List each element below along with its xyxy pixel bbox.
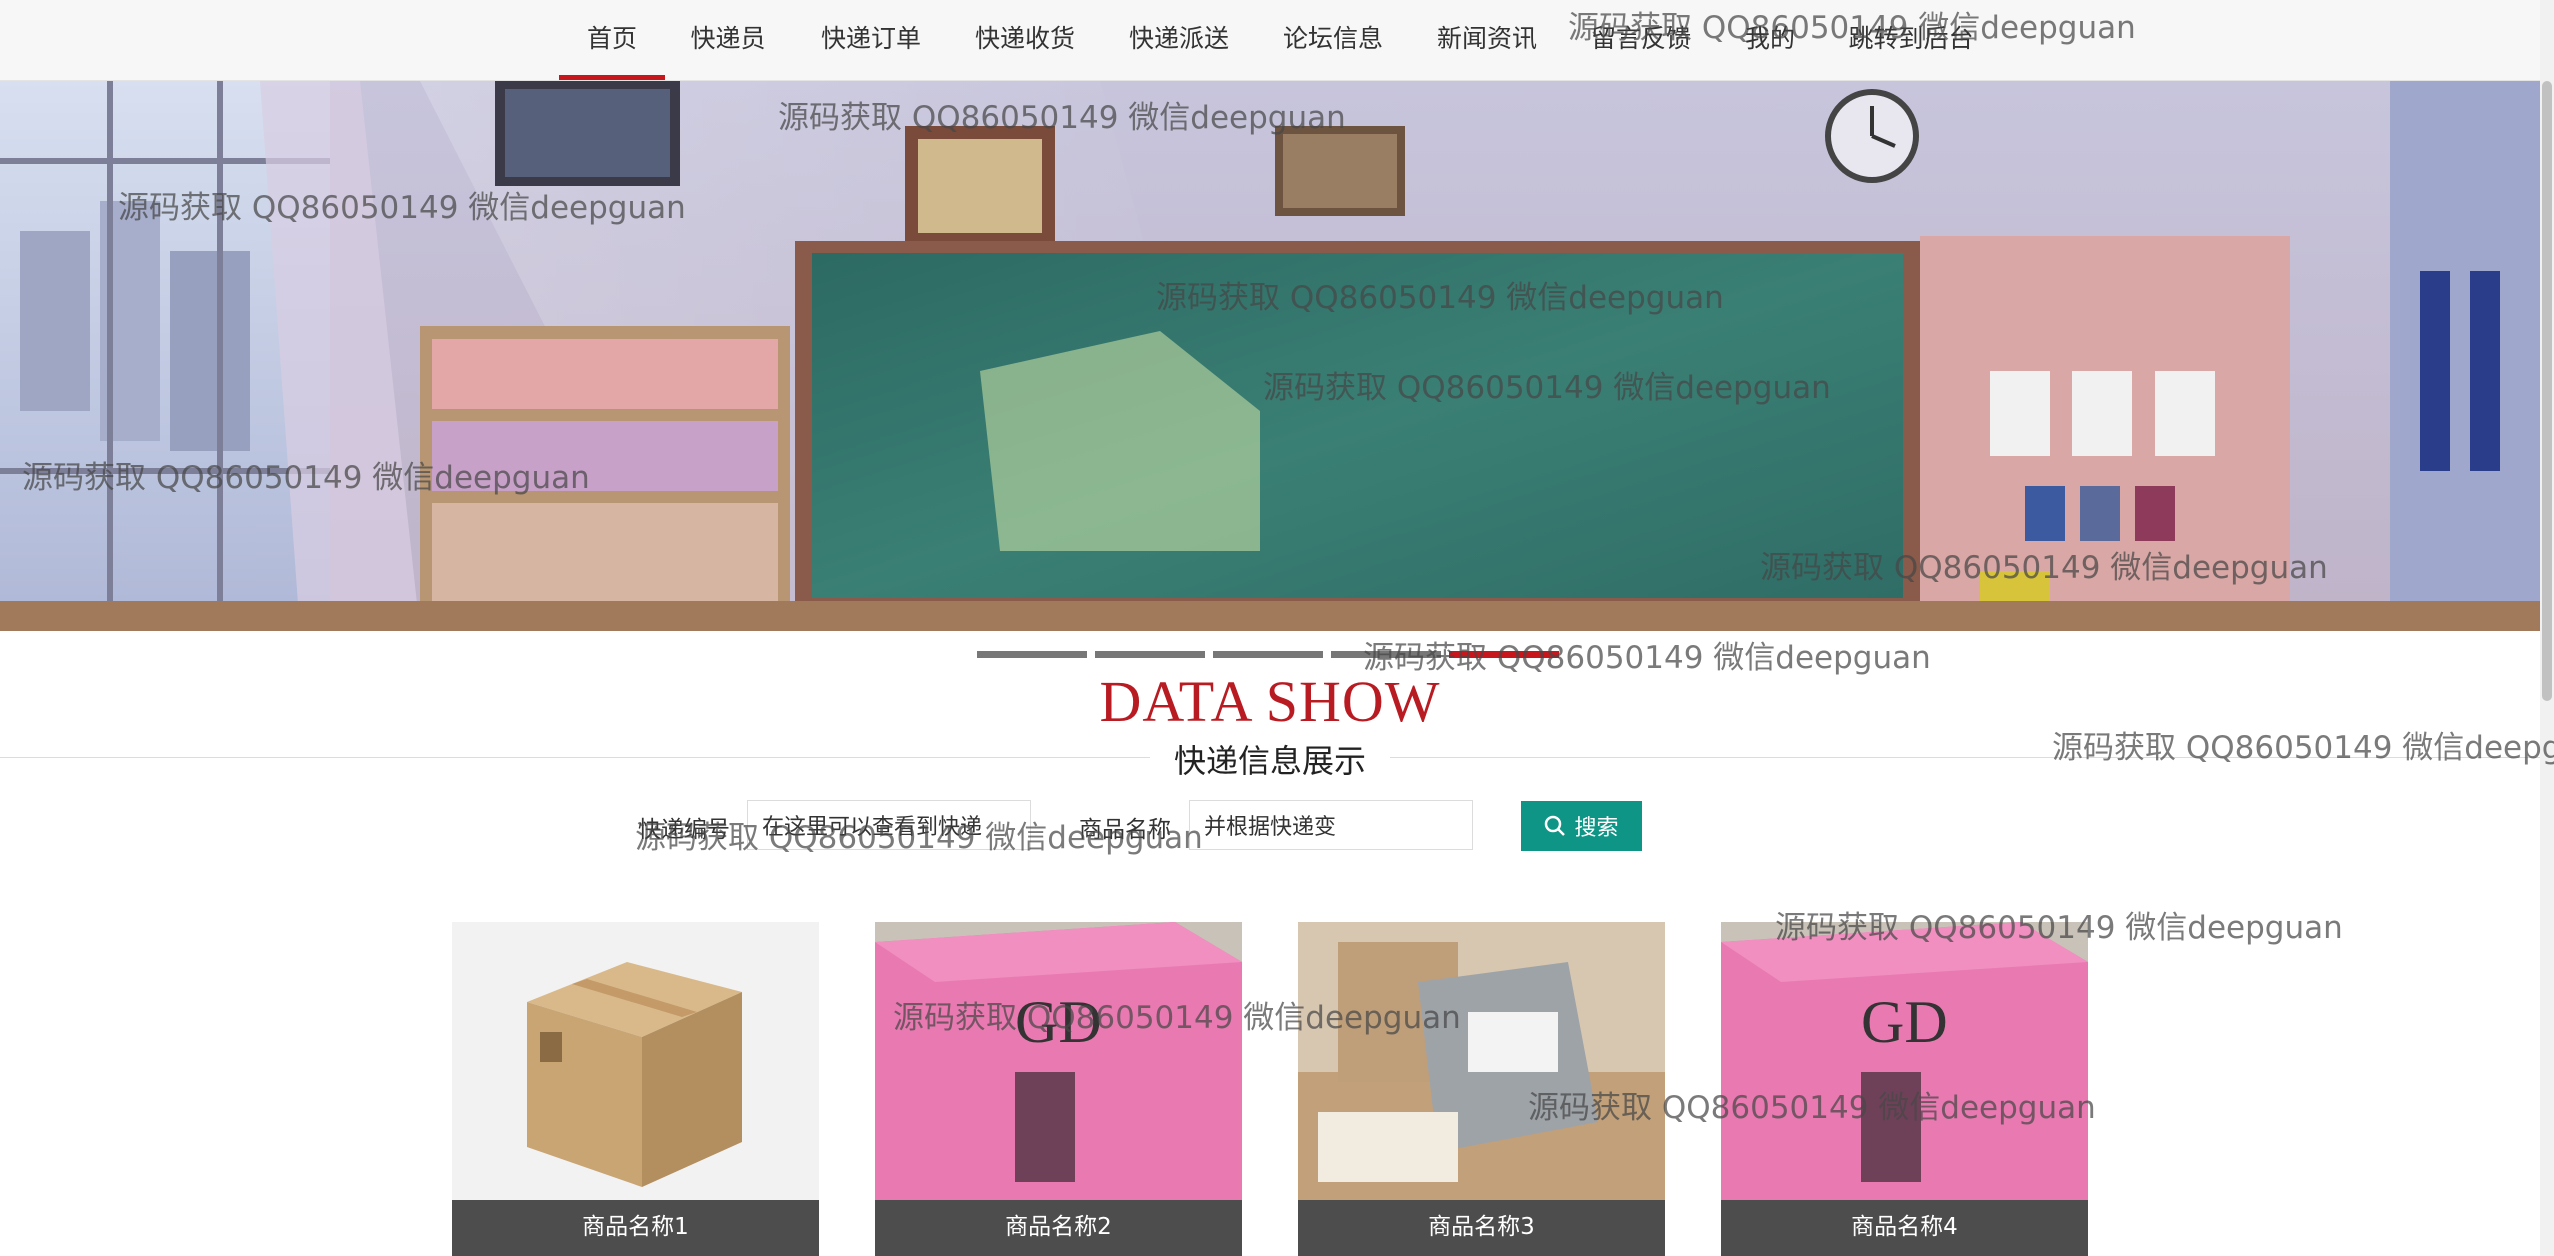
- product-card[interactable]: 商品名称3: [1298, 922, 1665, 1256]
- carousel-dot-2[interactable]: [1095, 651, 1205, 658]
- svg-text:GD: GD: [1015, 989, 1102, 1055]
- nav-couriers[interactable]: 快递员: [678, 0, 778, 80]
- product-image-pink-box: GD: [875, 922, 1242, 1200]
- product-name-input[interactable]: [1189, 800, 1473, 850]
- page-scrollbar[interactable]: [2540, 0, 2554, 1256]
- classroom-illustration: [0, 81, 2540, 631]
- section-title-en: DATA SHOW: [1099, 669, 1441, 734]
- search-icon: [1544, 815, 1566, 843]
- carousel-dot-3[interactable]: [1213, 651, 1323, 658]
- banner-carousel[interactable]: [0, 81, 2540, 631]
- product-card[interactable]: GD 商品名称4: [1721, 922, 2088, 1256]
- product-image-cardboard-box: [452, 922, 819, 1200]
- product-name-label: 商品名称: [1079, 817, 1171, 843]
- carousel-dot-4[interactable]: [1331, 651, 1441, 658]
- search-button-label: 搜索: [1574, 815, 1619, 841]
- section-title-cn: 快递信息展示: [1150, 736, 1390, 782]
- nav-express-delivery[interactable]: 快递派送: [1114, 0, 1244, 80]
- product-image-pink-box: GD: [1721, 922, 2088, 1200]
- product-card[interactable]: 商品名称1: [452, 922, 819, 1256]
- carousel-dot-1[interactable]: [977, 651, 1087, 658]
- product-image-parcels: [1298, 922, 1665, 1200]
- carousel-dot-5[interactable]: [1449, 651, 1559, 658]
- nav-express-orders[interactable]: 快递订单: [806, 0, 936, 80]
- product-name: 商品名称3: [1298, 1200, 1665, 1256]
- svg-text:GD: GD: [1861, 989, 1948, 1055]
- product-name: 商品名称4: [1721, 1200, 2088, 1256]
- top-nav: 首页 快递员 快递订单 快递收货 快递派送 论坛信息 新闻资讯 留言反馈 我的 …: [0, 0, 2554, 81]
- tracking-number-input[interactable]: [747, 800, 1031, 850]
- tracking-number-label: 快递编号: [638, 817, 730, 843]
- nav-express-receiving[interactable]: 快递收货: [960, 0, 1090, 80]
- product-name: 商品名称2: [875, 1200, 1242, 1256]
- scrollbar-thumb[interactable]: [2542, 81, 2552, 701]
- nav-admin-backend[interactable]: 跳转到后台: [1836, 0, 1986, 80]
- product-name: 商品名称1: [452, 1200, 819, 1256]
- nav-feedback[interactable]: 留言反馈: [1576, 0, 1706, 80]
- nav-forum[interactable]: 论坛信息: [1268, 0, 1398, 80]
- nav-news[interactable]: 新闻资讯: [1422, 0, 1552, 80]
- nav-home[interactable]: 首页: [559, 0, 665, 80]
- product-card[interactable]: GD 商品名称2: [875, 922, 1242, 1256]
- nav-mine[interactable]: 我的: [1730, 0, 1810, 80]
- search-button[interactable]: 搜索: [1521, 801, 1642, 851]
